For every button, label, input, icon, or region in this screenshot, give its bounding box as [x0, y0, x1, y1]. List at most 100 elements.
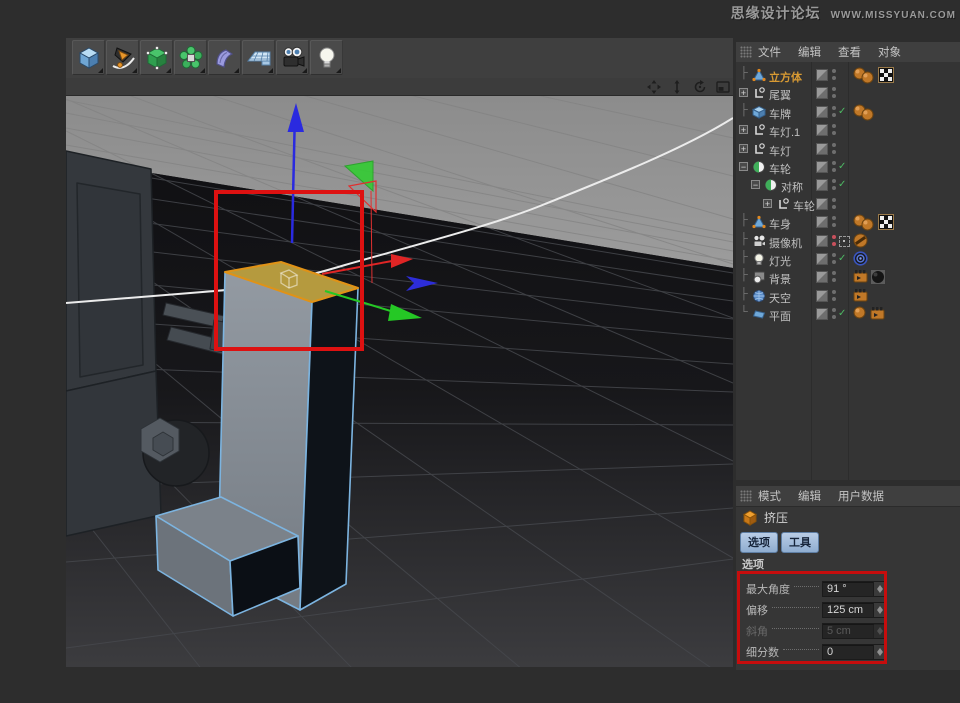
- enabled-check-icon[interactable]: ✓: [838, 308, 846, 319]
- visibility-dots[interactable]: [832, 308, 836, 322]
- layer-toggle[interactable]: [816, 216, 828, 228]
- menu-mode[interactable]: 模式: [758, 488, 781, 504]
- layer-toggle[interactable]: [816, 161, 828, 173]
- tab-tool[interactable]: 工具: [781, 532, 819, 553]
- layer-toggle[interactable]: [816, 308, 828, 320]
- visibility-dots[interactable]: [832, 87, 836, 101]
- target-tag-icon[interactable]: [853, 251, 869, 267]
- maximize-icon[interactable]: [715, 80, 730, 94]
- stepper[interactable]: [873, 603, 885, 617]
- object-row[interactable]: ├立方体: [736, 66, 960, 84]
- object-label[interactable]: 车身: [769, 216, 791, 232]
- drag-handle-icon[interactable]: [740, 490, 752, 502]
- compositing-tag-icon[interactable]: [853, 288, 869, 304]
- enabled-check-icon[interactable]: ✓: [838, 106, 846, 117]
- max-angle-input[interactable]: 91 °: [822, 581, 886, 597]
- menu-userdata[interactable]: 用户数据: [838, 488, 884, 504]
- object-label[interactable]: 车牌: [769, 106, 791, 122]
- layer-toggle[interactable]: [816, 87, 828, 99]
- enabled-check-icon[interactable]: ✓: [838, 253, 846, 264]
- visibility-dots[interactable]: [832, 290, 836, 304]
- visibility-dots[interactable]: [832, 124, 836, 138]
- object-row[interactable]: ├背景: [736, 268, 960, 286]
- cube-primitive-icon[interactable]: [72, 40, 105, 75]
- visibility-dots[interactable]: [832, 179, 836, 193]
- object-label[interactable]: 车轮: [769, 161, 791, 177]
- visibility-dots[interactable]: [832, 106, 836, 120]
- scene-canvas[interactable]: [66, 96, 733, 667]
- protection-tag-icon[interactable]: [853, 233, 869, 249]
- offset-input[interactable]: 125 cm: [822, 602, 886, 618]
- subdivision-input[interactable]: 0: [822, 644, 886, 660]
- object-label[interactable]: 平面: [769, 308, 791, 324]
- stepper[interactable]: [873, 645, 885, 659]
- enabled-check-icon[interactable]: ✓: [838, 161, 846, 172]
- object-row[interactable]: └平面✓: [736, 305, 960, 323]
- menu-edit[interactable]: 编辑: [798, 488, 821, 504]
- pan-icon[interactable]: [646, 80, 661, 94]
- visibility-dots[interactable]: [832, 143, 836, 157]
- expand-toggle-icon[interactable]: −: [739, 162, 748, 171]
- rotate-icon[interactable]: [692, 80, 707, 94]
- object-label[interactable]: 尾翼: [769, 87, 791, 103]
- compositing-tag-icon[interactable]: [853, 269, 869, 285]
- compositing-tag-icon[interactable]: [870, 306, 886, 322]
- layer-toggle[interactable]: [816, 290, 828, 302]
- object-label[interactable]: 对称: [781, 179, 803, 195]
- object-row[interactable]: ├车牌✓: [736, 103, 960, 121]
- object-row[interactable]: + 车灯: [736, 140, 960, 158]
- visibility-dots[interactable]: [832, 253, 836, 267]
- object-row[interactable]: − 对称 ✓: [736, 176, 960, 194]
- expand-toggle-icon[interactable]: −: [751, 180, 760, 189]
- expand-toggle-icon[interactable]: +: [739, 125, 748, 134]
- expand-toggle-icon[interactable]: +: [739, 144, 748, 153]
- object-row[interactable]: + 车灯.1: [736, 121, 960, 139]
- layer-toggle[interactable]: [816, 235, 828, 247]
- sphere-tag-icon[interactable]: [853, 306, 869, 322]
- layer-toggle[interactable]: [816, 106, 828, 118]
- layer-toggle[interactable]: [816, 124, 828, 136]
- modeling-array-icon[interactable]: [174, 40, 207, 75]
- drag-handle-icon[interactable]: [740, 46, 752, 58]
- deformer-icon[interactable]: [208, 40, 241, 75]
- object-row[interactable]: + 尾翼: [736, 84, 960, 102]
- camera-tool-icon[interactable]: [276, 40, 309, 75]
- object-row[interactable]: ├车身: [736, 213, 960, 231]
- layer-toggle[interactable]: [816, 143, 828, 155]
- object-row[interactable]: + 车轮: [736, 195, 960, 213]
- checker-tag-icon[interactable]: [878, 67, 894, 83]
- tab-options[interactable]: 选项: [740, 532, 778, 553]
- light-tool-icon[interactable]: [310, 40, 343, 75]
- menu-edit[interactable]: 编辑: [798, 44, 821, 60]
- object-label[interactable]: 车轮: [793, 198, 815, 214]
- menu-file[interactable]: 文件: [758, 44, 781, 60]
- enabled-check-icon[interactable]: ✓: [838, 179, 846, 190]
- expand-toggle-icon[interactable]: +: [763, 199, 772, 208]
- zoom-icon[interactable]: [669, 80, 684, 94]
- object-label[interactable]: 背景: [769, 271, 791, 287]
- visibility-dots[interactable]: [832, 235, 836, 249]
- object-label[interactable]: 车灯.1: [769, 124, 800, 140]
- checker-tag-icon[interactable]: [878, 214, 894, 230]
- object-label[interactable]: 车灯: [769, 143, 791, 159]
- object-tree[interactable]: ├立方体+尾翼├车牌✓+车灯.1+车灯−车轮✓−对称✓+车轮├车身├摄像机├灯光…: [736, 62, 960, 480]
- object-row[interactable]: ├摄像机: [736, 232, 960, 250]
- menu-object[interactable]: 对象: [878, 44, 901, 60]
- spline-pen-icon[interactable]: [106, 40, 139, 75]
- object-label[interactable]: 摄像机: [769, 235, 802, 251]
- visibility-dots[interactable]: [832, 198, 836, 212]
- visibility-dots[interactable]: [832, 271, 836, 285]
- layer-toggle[interactable]: [816, 271, 828, 283]
- layer-toggle[interactable]: [816, 198, 828, 210]
- layer-toggle[interactable]: [816, 253, 828, 265]
- visibility-dots[interactable]: [832, 216, 836, 230]
- layer-toggle[interactable]: [816, 179, 828, 191]
- layer-toggle[interactable]: [816, 69, 828, 81]
- visibility-dots[interactable]: [832, 69, 836, 83]
- visibility-dots[interactable]: [832, 161, 836, 175]
- floor-environment-icon[interactable]: [242, 40, 275, 75]
- object-label[interactable]: 立方体: [769, 69, 802, 85]
- expand-toggle-icon[interactable]: +: [739, 88, 748, 97]
- object-row[interactable]: − 车轮 ✓: [736, 158, 960, 176]
- object-row[interactable]: ├灯光✓: [736, 250, 960, 268]
